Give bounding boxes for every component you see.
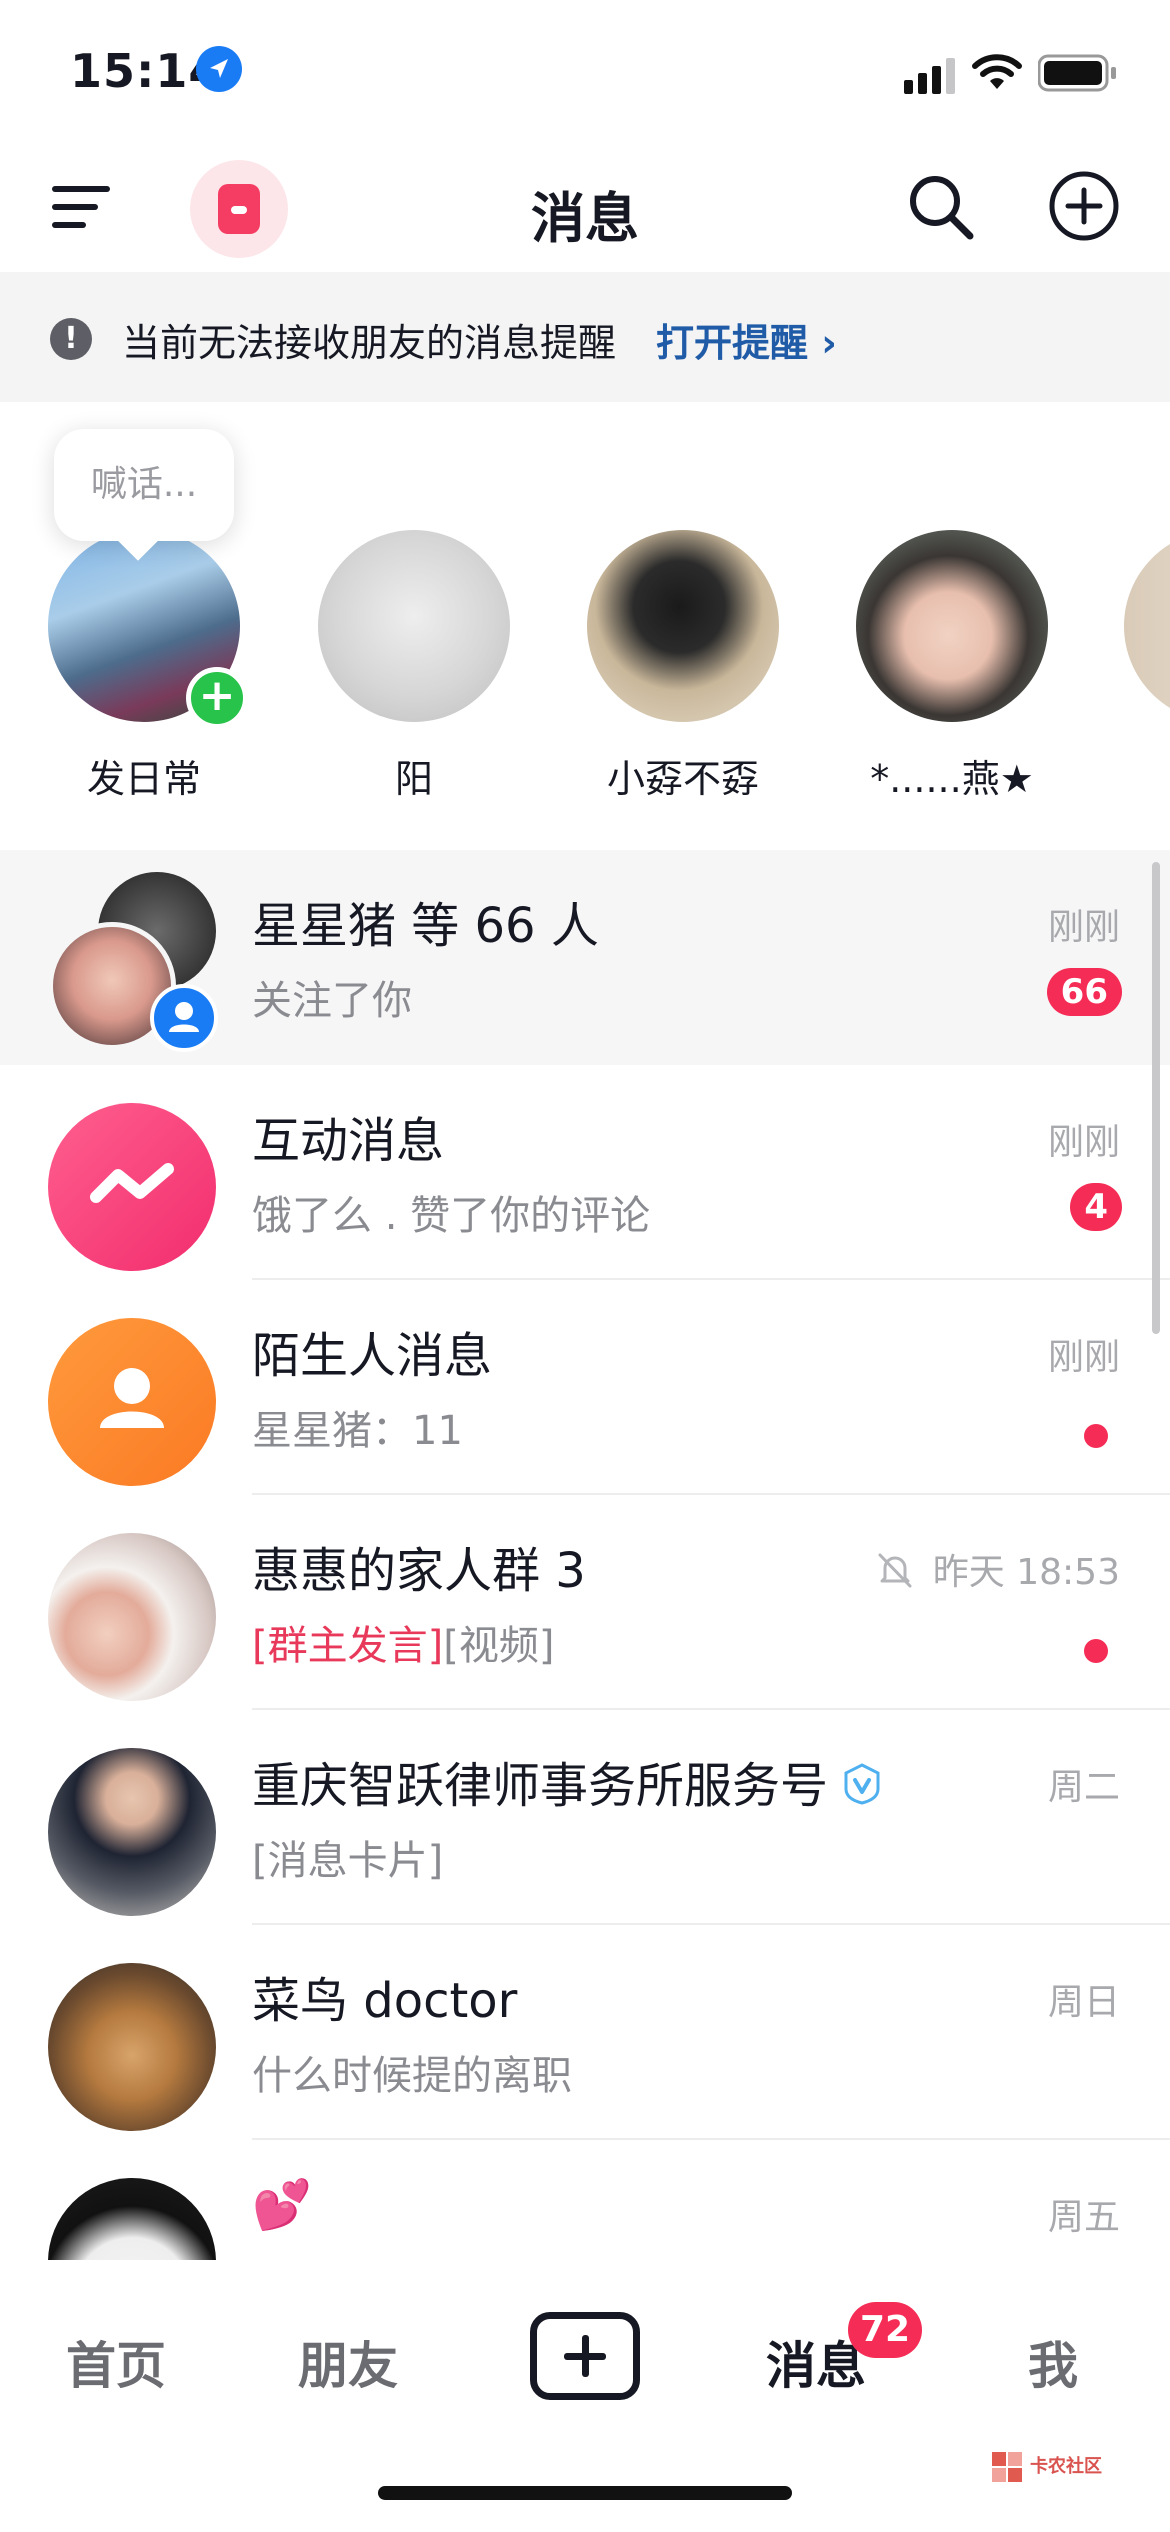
stories-row: 发日常 + 喊话... 阳 小孬不孬 *......燕★ — [0, 405, 1170, 845]
conversation-preview: [群主发言][视频] — [252, 1613, 554, 1671]
search-icon[interactable] — [906, 172, 976, 242]
conversation-row[interactable]: 惠惠的家人群 3 [群主发言][视频] 昨天 18:53 — [0, 1495, 1170, 1710]
time-text: 昨天 18:53 — [932, 1552, 1120, 1593]
avatar — [48, 1963, 216, 2131]
unread-badge: 4 — [1070, 1183, 1122, 1231]
story-item[interactable] — [1124, 530, 1170, 722]
messages-unread-badge: 72 — [848, 2302, 923, 2358]
preview-text: [视频] — [443, 1623, 555, 1669]
nav-bar: 消息 — [0, 140, 1170, 270]
scrollbar[interactable] — [1152, 862, 1160, 1334]
story-item[interactable]: 阳 — [314, 530, 514, 803]
owner-message-tag: [群主发言] — [252, 1623, 444, 1669]
tab-friends[interactable]: 朋友 — [298, 2326, 398, 2398]
story-name: 小孬不孬 — [606, 757, 759, 801]
conversation-time: 周日 — [1047, 1982, 1120, 2023]
conversation-row[interactable]: 陌生人消息 星星猪：11 刚刚 — [0, 1280, 1170, 1495]
wifi-icon — [972, 52, 1022, 92]
user-icon — [150, 984, 218, 1052]
conversation-title: 互动消息 — [252, 1113, 445, 1169]
conversation-row[interactable]: 星星猪 等 66 人 关注了你 刚刚 66 — [0, 850, 1170, 1065]
add-story-plus-icon[interactable]: + — [186, 667, 248, 729]
home-indicator — [378, 2486, 792, 2500]
conversation-time: 刚刚 — [1047, 1122, 1120, 1163]
conversation-row[interactable]: 菜鸟 doctor 什么时候提的离职 周日 — [0, 1925, 1170, 2140]
tab-me[interactable]: 我 — [1028, 2326, 1078, 2398]
story-name: 发日常 — [86, 757, 201, 801]
avatar — [318, 530, 510, 722]
avatar — [856, 530, 1048, 722]
conversation-preview: 饿了么 . 赞了你的评论 — [252, 1193, 651, 1239]
conversation-preview: 什么时候提的离职 — [252, 2053, 572, 2099]
story-item[interactable]: 小孬不孬 — [583, 530, 783, 803]
conversation-row[interactable]: 重庆智跃律师事务所服务号 [消息卡片] 周二 — [0, 1710, 1170, 1925]
notification-warning-bar: ! 当前无法接收朋友的消息提醒 打开提醒 › — [0, 272, 1170, 402]
page-title: 消息 — [531, 187, 639, 250]
conversation-preview: 星星猪：11 — [252, 1408, 463, 1454]
story-name: 阳 — [394, 757, 433, 801]
avatar — [48, 1533, 216, 1701]
location-arrow-icon — [196, 46, 242, 92]
watermark-logo-icon — [990, 2450, 1024, 2484]
avatar — [48, 1748, 216, 1916]
avatar — [587, 530, 779, 722]
conversation-time: 刚刚 — [1047, 1337, 1120, 1378]
conversation-row[interactable]: 互动消息 饿了么 . 赞了你的评论 刚刚 4 — [0, 1065, 1170, 1280]
story-item[interactable]: *......燕★ — [852, 530, 1052, 803]
avatar — [48, 2178, 216, 2260]
cellular-signal-icon — [904, 58, 958, 94]
unread-badge: 66 — [1046, 968, 1122, 1016]
watermark-text: 卡农社区 — [1030, 2456, 1102, 2477]
unread-dot — [1084, 1639, 1108, 1663]
create-post-button[interactable] — [530, 2312, 640, 2400]
conversation-time: 昨天 18:53 — [875, 1543, 1120, 1595]
group-avatar — [48, 872, 238, 1052]
avatar — [1124, 530, 1170, 722]
conversation-time: 周二 — [1047, 1767, 1120, 1808]
conversation-title: 陌生人消息 — [252, 1328, 493, 1384]
unread-dot — [1084, 1424, 1108, 1448]
story-name: *......燕★ — [870, 757, 1034, 801]
verified-badge-icon — [840, 1762, 884, 1806]
status-bar: 15:14 — [0, 0, 1170, 140]
title-text: 重庆智跃律师事务所服务号 — [252, 1758, 829, 1814]
tab-home[interactable]: 首页 — [66, 2326, 166, 2398]
conversation-title: 菜鸟 doctor — [252, 1973, 518, 2029]
conversation-title: 惠惠的家人群 3 — [252, 1543, 586, 1599]
conversation-title: 重庆智跃律师事务所服务号 — [252, 1746, 884, 1816]
conversation-preview: [消息卡片] — [252, 1838, 444, 1884]
warning-icon: ! — [50, 318, 92, 360]
mute-bell-icon — [875, 1550, 915, 1590]
add-circle-icon[interactable] — [1048, 170, 1120, 242]
interaction-messages-icon — [48, 1103, 216, 1271]
conversation-time: 刚刚 — [1047, 907, 1120, 948]
shout-bubble[interactable]: 喊话... — [54, 429, 234, 541]
conversation-row[interactable]: 💕 周五 — [0, 2140, 1170, 2260]
conversation-list: 星星猪 等 66 人 关注了你 刚刚 66 互动消息 饿了么 . 赞了你的评论 … — [0, 850, 1170, 2260]
conversation-time: 周五 — [1047, 2197, 1120, 2238]
open-notifications-link[interactable]: 打开提醒 › — [656, 312, 837, 367]
stranger-messages-icon — [48, 1318, 216, 1486]
conversation-title: 💕 — [252, 2177, 312, 2233]
conversation-preview: 关注了你 — [252, 978, 412, 1024]
battery-icon — [1037, 54, 1118, 92]
notice-text: 当前无法接收朋友的消息提醒 — [122, 321, 617, 365]
conversation-title: 星星猪 等 66 人 — [252, 898, 599, 954]
